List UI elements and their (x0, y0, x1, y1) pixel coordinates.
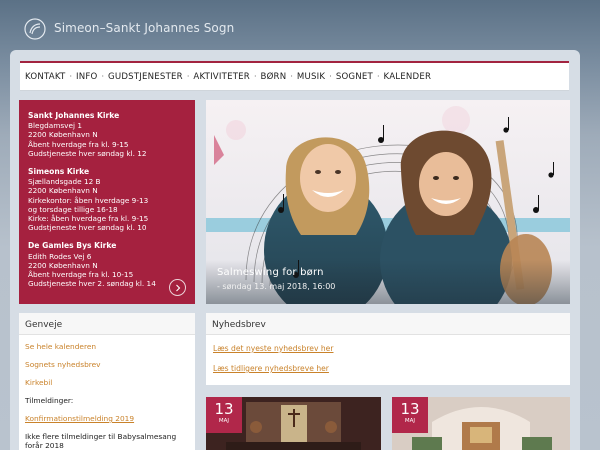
shortcuts-box: Genveje Se hele kalenderen Sognets nyhed… (19, 313, 195, 450)
event-day: 13 (214, 400, 234, 418)
church-sankt-johannes: Sankt Johannes Kirke Blegdamsvej 1 2200 … (28, 111, 195, 158)
nav-item-info[interactable]: INFO (76, 72, 97, 82)
church-address: Sjællandsgade 12 B (28, 177, 101, 187)
church-postcode: 2200 København N (28, 130, 98, 140)
main-nav: KONTAKT · INFO · GUDSTJENESTER · AKTIVIT… (20, 61, 569, 91)
church-opening-hours: Åbent hverdage fra kl. 10-15 (28, 270, 134, 280)
nav-item-kontakt[interactable]: KONTAKT (25, 72, 65, 82)
churches-panel: Sankt Johannes Kirke Blegdamsvej 1 2200 … (19, 100, 195, 304)
church-address: Blegdamsvej 1 (28, 121, 82, 131)
nav-separator: · (377, 72, 380, 81)
registrations-label: Tilmeldinger: (25, 396, 74, 405)
nav-separator: · (253, 72, 257, 81)
earlier-newsletters-link[interactable]: Læs tidligere nyhedsbreve her (213, 364, 570, 373)
nav-item-aktiviteter[interactable]: AKTIVITETER (193, 72, 250, 82)
see-calendar-link[interactable]: Se hele kalenderen (25, 342, 195, 351)
parish-newsletter-link[interactable]: Sognets nyhedsbrev (25, 360, 195, 369)
church-simeons: Simeons Kirke Sjællandsgade 12 B 2200 Kø… (28, 167, 195, 232)
latest-newsletter-link[interactable]: Læs det nyeste nyhedsbrev her (213, 344, 570, 353)
church-name[interactable]: Sankt Johannes Kirke (28, 111, 195, 120)
event-day: 13 (400, 400, 420, 418)
church-service-time: Gudstjeneste hver søndag kl. 12 (28, 148, 147, 158)
no-more-registrations-text: Ikke flere tilmeldinger til Babysalmesan… (25, 432, 177, 450)
nav-separator: · (329, 72, 332, 81)
event-date-badge: 13 MAJ (206, 397, 242, 433)
event-month: MAJ (404, 418, 416, 424)
newsletter-content: Læs det nyeste nyhedsbrev her Læs tidlig… (206, 335, 570, 373)
church-postcode: 2200 København N (28, 260, 98, 270)
event-date-badge: 13 MAJ (392, 397, 428, 433)
shortcuts-content: Se hele kalenderen Sognets nyhedsbrev Ki… (19, 335, 195, 450)
hero-banner[interactable]: Salmeswing for børn - søndag 13. maj 201… (206, 100, 570, 304)
event-card[interactable]: 13 MAJ (392, 397, 570, 450)
nav-separator: · (69, 72, 72, 81)
church-opening-hours: Åbent hverdage fra kl. 9-15 (28, 139, 129, 149)
church-office-hours-extra: og torsdage tillige 16-18 (28, 204, 118, 214)
nav-separator: · (186, 72, 190, 81)
confirmation-registration-link[interactable]: Konfirmationstilmelding 2019 (25, 414, 195, 423)
church-opening-hours: Kirke: åben hverdage fra kl. 9-15 (28, 214, 149, 224)
hero-date: - søndag 13. maj 2018, 16:00 (217, 282, 336, 291)
nav-item-boern[interactable]: BØRN (261, 72, 287, 82)
nav-item-gudstjenester[interactable]: GUDSTJENESTER (108, 72, 183, 82)
chevron-right-icon[interactable] (169, 279, 186, 296)
hero-caption[interactable]: Salmeswing for børn - søndag 13. maj 201… (206, 260, 570, 304)
nav-item-sognet[interactable]: SOGNET (336, 72, 373, 82)
nav-separator: · (101, 72, 105, 81)
church-service-time: Gudstjeneste hver søndag kl. 10 (28, 223, 147, 233)
site-title[interactable]: Simeon–Sankt Johannes Sogn (54, 21, 234, 35)
parish-logo-icon[interactable] (24, 18, 46, 40)
shortcuts-heading: Genveje (19, 313, 195, 335)
church-postcode: 2200 København N (28, 186, 98, 196)
hero-title[interactable]: Salmeswing for børn (217, 267, 570, 278)
church-name[interactable]: De Gamles Bys Kirke (28, 241, 195, 250)
event-card[interactable]: 13 MAJ (206, 397, 381, 450)
site-header: Simeon–Sankt Johannes Sogn (0, 0, 600, 50)
church-office-hours: Kirkekontor: åben hverdage 9-13 (28, 195, 149, 205)
newsletter-heading: Nyhedsbrev (206, 313, 570, 335)
nav-item-kalender[interactable]: KALENDER (384, 72, 432, 82)
church-address: Edith Rodes Vej 6 (28, 251, 92, 261)
nav-separator: · (290, 72, 293, 81)
church-name[interactable]: Simeons Kirke (28, 167, 195, 176)
newsletter-box: Nyhedsbrev Læs det nyeste nyhedsbrev her… (206, 313, 570, 385)
church-car-link[interactable]: Kirkebil (25, 378, 195, 387)
event-month: MAJ (218, 418, 230, 424)
nav-item-musik[interactable]: MUSIK (297, 72, 325, 82)
